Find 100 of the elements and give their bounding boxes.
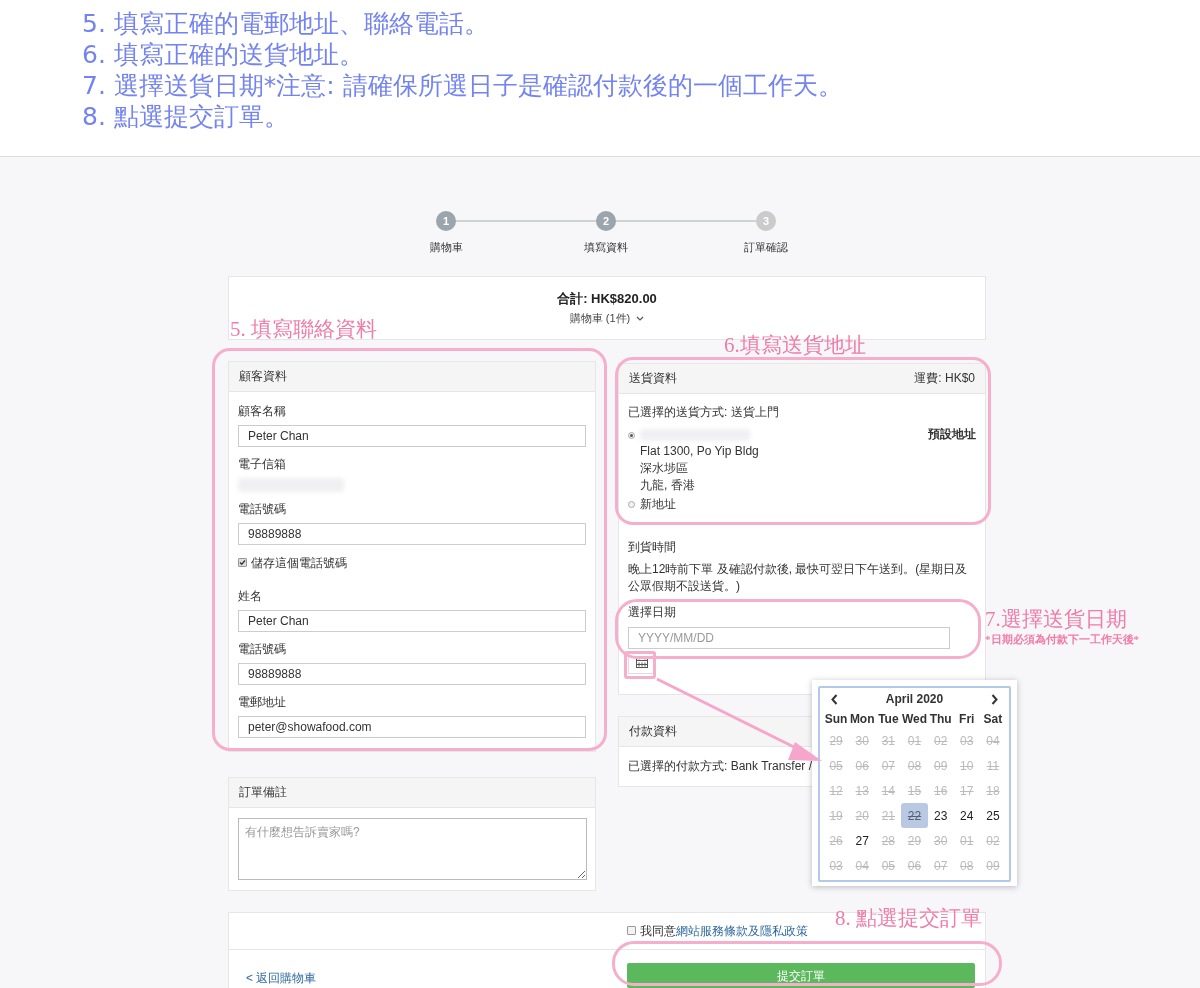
calendar-day: 29 (823, 728, 850, 753)
text-field[interactable]: Peter Chan (238, 424, 586, 447)
calendar-day: 10 (953, 753, 980, 778)
calendar-day: 14 (875, 778, 902, 803)
shipping-fee: 運費: HK$0 (914, 370, 975, 387)
panel-title: 顧客資料 (239, 368, 287, 385)
calendar-day: 04 (849, 853, 876, 878)
address-line: 九龍, 香港 (640, 476, 696, 494)
delivery-note: 晚上12時前下單 及確認付款後, 最快可翌日下午送到。(星期日及公眾假期不設送貨。) (628, 560, 969, 595)
instruction-line: 7. 選擇送貨日期*注意: 請確保所選日子是確認付款後的一個工作天。 (82, 70, 844, 101)
chevron-down-icon (636, 315, 645, 321)
shipping-method: 已選擇的送貨方式: 送貨上門 (628, 403, 780, 421)
terms-text: 我同意 (640, 922, 676, 940)
calendar-day: 13 (849, 778, 876, 803)
calendar-day: 06 (849, 753, 876, 778)
address-line: Flat 1300, Po Yip Bldg (640, 442, 760, 460)
calendar-day: 19 (823, 803, 850, 828)
month-title: April 2020 (885, 691, 944, 708)
callout-text: 7.選擇送貨日期 (985, 606, 1128, 632)
calendar-day: 08 (953, 853, 980, 878)
text-field[interactable]: Peter Chan (238, 609, 586, 632)
step-label: 訂單確認 (744, 240, 788, 255)
calendar-day: 29 (901, 828, 928, 853)
calendar-icon (636, 657, 648, 668)
address-line: 深水埗區 (640, 459, 689, 477)
text-field[interactable]: 98889888 (238, 522, 586, 545)
weekday-label: Mon (849, 711, 876, 728)
callout-text: 5. 填寫聯絡資料 (230, 316, 377, 342)
calendar-day: 01 (953, 828, 980, 853)
callout-note: *日期必須為付款下一工作天後* (985, 632, 1139, 646)
calendar-day: 16 (927, 778, 954, 803)
back-link[interactable]: < 返回購物車 (246, 968, 317, 987)
instruction-line: 6. 填寫正確的送貨地址。 (82, 39, 365, 70)
calendar-day: 07 (875, 753, 902, 778)
calendar-day[interactable]: 24 (953, 803, 980, 828)
calendar-day: 15 (901, 778, 928, 803)
calendar-day: 22 (901, 803, 928, 828)
calendar-day: 02 (979, 828, 1006, 853)
weekday-label: Thu (928, 711, 953, 728)
cart-toggle[interactable]: 購物車 (1件) (569, 310, 645, 327)
panel-title: 訂單備註 (239, 784, 287, 801)
text-field[interactable]: YYYY/MM/DD (628, 626, 950, 649)
calendar-day: 04 (979, 728, 1006, 753)
calendar-day: 30 (849, 728, 876, 753)
text-field[interactable]: 98889888 (238, 662, 586, 685)
weekday-label: Sun (823, 711, 849, 728)
field-label: 姓名 (238, 587, 263, 604)
field-label: 顧客名稱 (238, 402, 287, 419)
calendar-day: 05 (875, 853, 902, 878)
instruction-line: 5. 填寫正確的電郵地址、聯絡電話。 (82, 8, 490, 39)
calendar-day: 06 (901, 853, 928, 878)
calendar-day: 12 (823, 778, 850, 803)
section-title: 到貨時間 (628, 538, 677, 556)
calendar-day[interactable]: 23 (927, 803, 954, 828)
weekday-label: Tue (877, 711, 900, 728)
panel-title: 送貨資料 (629, 370, 677, 387)
text-field[interactable]: peter@showafood.com (238, 715, 586, 738)
calendar-day: 18 (979, 778, 1006, 803)
instruction-line: 8. 點選提交訂單。 (82, 101, 290, 132)
calendar-day: 17 (953, 778, 980, 803)
field-label: 電子信箱 (238, 455, 287, 472)
previous-month-icon[interactable] (831, 693, 838, 705)
order-total: 合計: HK$820.00 (557, 289, 657, 308)
notes-field[interactable]: 有什麼想告訴賣家嗎? (238, 817, 587, 880)
calendar-day: 07 (927, 853, 954, 878)
checkbox-label: 儲存這個電話號碼 (251, 554, 347, 572)
radio-button[interactable] (628, 500, 635, 508)
calendar-day: 28 (875, 828, 902, 853)
callout-text: 8. 點選提交訂單 (835, 905, 982, 931)
field-label: 選擇日期 (628, 603, 677, 621)
field-label: 電話號碼 (238, 640, 287, 657)
calendar-day: 21 (875, 803, 902, 828)
calendar-day: 03 (953, 728, 980, 753)
calendar-day: 05 (823, 753, 850, 778)
default-address-tag: 預設地址 (928, 425, 976, 443)
checkbox[interactable] (238, 558, 247, 567)
step-label: 填寫資料 (584, 240, 628, 255)
calendar-day: 08 (901, 753, 928, 778)
weekday-label: Wed (901, 711, 928, 728)
calendar-day[interactable]: 25 (979, 803, 1006, 828)
callout-text: 6.填寫送貨地址 (724, 332, 866, 358)
checkbox[interactable] (627, 926, 636, 935)
field-label: 電郵地址 (238, 693, 287, 710)
next-month-icon[interactable] (991, 693, 998, 705)
radio-button[interactable] (628, 431, 635, 439)
calendar-day: 11 (979, 753, 1006, 778)
calendar-day: 01 (901, 728, 928, 753)
calendar-day: 20 (849, 803, 876, 828)
calendar-day: 09 (927, 753, 954, 778)
calendar-day: 09 (979, 853, 1006, 878)
calendar-day: 31 (875, 728, 902, 753)
calendar-day: 02 (927, 728, 954, 753)
calendar-day: 30 (927, 828, 954, 853)
calendar-day: 26 (823, 828, 850, 853)
terms-link[interactable]: 網站服務條款及隱私政策 (676, 921, 808, 940)
weekday-label: Sat (982, 711, 1004, 728)
panel-title: 付款資料 (629, 723, 677, 740)
step-label: 購物車 (429, 240, 463, 255)
calendar-day[interactable]: 27 (849, 828, 876, 853)
payment-method: 已選擇的付款方式: Bank Transfer / (628, 758, 813, 775)
